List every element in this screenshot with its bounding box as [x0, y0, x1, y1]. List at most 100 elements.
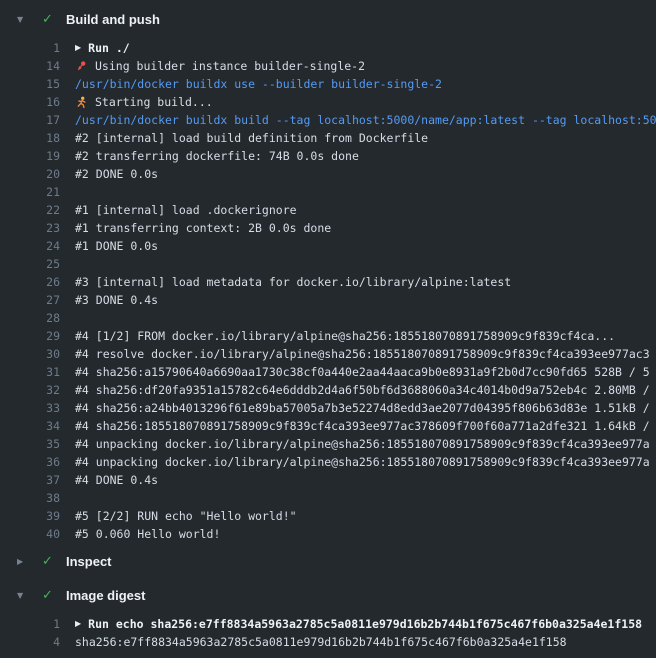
log-line: 30#4 resolve docker.io/library/alpine@sh…: [0, 345, 656, 363]
log-lines-build-and-push: 1 ▶Run ./ 14 Using builder instance builder…: [0, 39, 656, 543]
log-text: [75, 255, 656, 273]
line-number[interactable]: 19: [0, 147, 60, 165]
line-number[interactable]: 39: [0, 507, 60, 525]
line-number[interactable]: 24: [0, 237, 60, 255]
log-text: #4 [1/2] FROM docker.io/library/alpine@s…: [75, 327, 656, 345]
log-text: Using builder instance builder-single-2: [75, 57, 656, 75]
log-text: #2 transferring dockerfile: 74B 0.0s don…: [75, 147, 656, 165]
log-text: #4 DONE 0.4s: [75, 471, 656, 489]
log-line: 39 #5 [2/2] RUN echo "Hello world!": [0, 507, 656, 525]
log-text: /usr/bin/docker buildx use --builder bui…: [75, 75, 656, 93]
log-text: #4 sha256:a15790640a6690aa1730c38cf0a440…: [75, 363, 656, 381]
log-line: 22 #1 [internal] load .dockerignore: [0, 201, 656, 219]
line-number[interactable]: 26: [0, 273, 60, 291]
log-line: 19 #2 transferring dockerfile: 74B 0.0s d…: [0, 147, 656, 165]
log-line: 25: [0, 255, 656, 273]
log-line: 14 Using builder instance builder-single-…: [0, 57, 656, 75]
log-text: sha256:e7ff8834a5963a2785c5a0811e979d16b…: [75, 633, 656, 651]
log-section-build-and-push: ▼ ✓ Build and push 1 ▶Run ./ 14 Using build…: [0, 8, 656, 543]
log-line: 21: [0, 183, 656, 201]
log-text: #4 unpacking docker.io/library/alpine@sh…: [75, 435, 656, 453]
chevron-right-icon[interactable]: ▶: [17, 557, 28, 566]
line-number[interactable]: 1: [0, 615, 60, 633]
log-text: [75, 489, 656, 507]
log-text: #5 0.060 Hello world!: [75, 525, 656, 543]
log-line: 36 #4 unpacking docker.io/library/alpine@…: [0, 453, 656, 471]
log-text: ▶Run echo sha256:e7ff8834a5963a2785c5a08…: [75, 615, 656, 633]
section-header-build-and-push[interactable]: ▼ ✓ Build and push: [0, 8, 656, 30]
line-number[interactable]: 15: [0, 75, 60, 93]
line-number[interactable]: 38: [0, 489, 60, 507]
log-line: 32#4 sha256:df20fa9351a15782c64e6dddb2d4…: [0, 381, 656, 399]
line-number[interactable]: 4: [0, 633, 60, 651]
log-text: [75, 183, 656, 201]
line-number[interactable]: 35: [0, 435, 60, 453]
workflow-log: ▼ ✓ Build and push 1▶Run ./14Using build…: [0, 0, 656, 651]
log-text: #3 DONE 0.4s: [75, 291, 656, 309]
log-text: #4 sha256:a24bb4013296f61e89ba57005a7b3e…: [75, 399, 656, 417]
log-line: 26 #3 [internal] load metadata for docker…: [0, 273, 656, 291]
log-line: 28: [0, 309, 656, 327]
expand-group-icon[interactable]: ▶: [75, 39, 81, 57]
log-line: 24 #1 DONE 0.0s: [0, 237, 656, 255]
log-text: ▶Run ./: [75, 39, 656, 57]
line-number[interactable]: 20: [0, 165, 60, 183]
log-line: 15/usr/bin/docker buildx use --builder b…: [0, 75, 656, 93]
log-lines-image-digest: 1 ▶Run echo sha256:e7ff8834a5963a2785c5a0…: [0, 615, 656, 651]
log-line: 4 sha256:e7ff8834a5963a2785c5a0811e979d16…: [0, 633, 656, 651]
runner-icon: [75, 96, 88, 109]
log-section-inspect: ▶ ✓ Inspect: [0, 550, 656, 572]
expand-group-icon[interactable]: ▶: [75, 615, 81, 633]
log-line: 1 ▶Run echo sha256:e7ff8834a5963a2785c5a0…: [0, 615, 656, 633]
line-number[interactable]: 18: [0, 129, 60, 147]
log-text: Starting build...: [75, 93, 656, 111]
log-line: 27 #3 DONE 0.4s: [0, 291, 656, 309]
line-number[interactable]: 32: [0, 381, 60, 399]
log-text: #1 [internal] load .dockerignore: [75, 201, 656, 219]
log-text: #3 [internal] load metadata for docker.i…: [75, 273, 656, 291]
log-text: #5 [2/2] RUN echo "Hello world!": [75, 507, 656, 525]
log-line: 20 #2 DONE 0.0s: [0, 165, 656, 183]
line-number[interactable]: 25: [0, 255, 60, 273]
log-text: #4 unpacking docker.io/library/alpine@sh…: [75, 453, 656, 471]
log-text: #2 DONE 0.0s: [75, 165, 656, 183]
line-number[interactable]: 31: [0, 363, 60, 381]
line-number[interactable]: 22: [0, 201, 60, 219]
section-header-image-digest[interactable]: ▼ ✓ Image digest: [0, 584, 656, 606]
check-icon: ✓: [40, 554, 55, 569]
check-icon: ✓: [40, 588, 55, 603]
line-number[interactable]: 30: [0, 345, 60, 363]
line-number[interactable]: 16: [0, 93, 60, 111]
chevron-down-icon[interactable]: ▼: [17, 591, 28, 600]
line-number[interactable]: 17: [0, 111, 60, 129]
section-header-inspect[interactable]: ▶ ✓ Inspect: [0, 550, 656, 572]
line-number[interactable]: 40: [0, 525, 60, 543]
pushpin-icon: [75, 60, 88, 73]
log-line: 1 ▶Run ./: [0, 39, 656, 57]
line-number[interactable]: 27: [0, 291, 60, 309]
check-icon: ✓: [40, 12, 55, 27]
log-line: 38: [0, 489, 656, 507]
line-number[interactable]: 29: [0, 327, 60, 345]
line-number[interactable]: 33: [0, 399, 60, 417]
log-line: 23 #1 transferring context: 2B 0.0s done: [0, 219, 656, 237]
log-line: 35 #4 unpacking docker.io/library/alpine@…: [0, 435, 656, 453]
section-title: Build and push: [66, 12, 160, 27]
line-number[interactable]: 21: [0, 183, 60, 201]
chevron-down-icon[interactable]: ▼: [17, 15, 28, 24]
line-number[interactable]: 36: [0, 453, 60, 471]
log-text: [75, 309, 656, 327]
line-number[interactable]: 28: [0, 309, 60, 327]
log-line: 29 #4 [1/2] FROM docker.io/library/alpine…: [0, 327, 656, 345]
line-number[interactable]: 23: [0, 219, 60, 237]
log-text: #1 transferring context: 2B 0.0s done: [75, 219, 656, 237]
section-title: Image digest: [66, 588, 145, 603]
line-number[interactable]: 14: [0, 57, 60, 75]
line-number[interactable]: 1: [0, 39, 60, 57]
log-text: #2 [internal] load build definition from…: [75, 129, 656, 147]
line-number[interactable]: 37: [0, 471, 60, 489]
log-text: #1 DONE 0.0s: [75, 237, 656, 255]
line-number[interactable]: 34: [0, 417, 60, 435]
log-line: 40 #5 0.060 Hello world!: [0, 525, 656, 543]
log-line: 16 Starting build...: [0, 93, 656, 111]
